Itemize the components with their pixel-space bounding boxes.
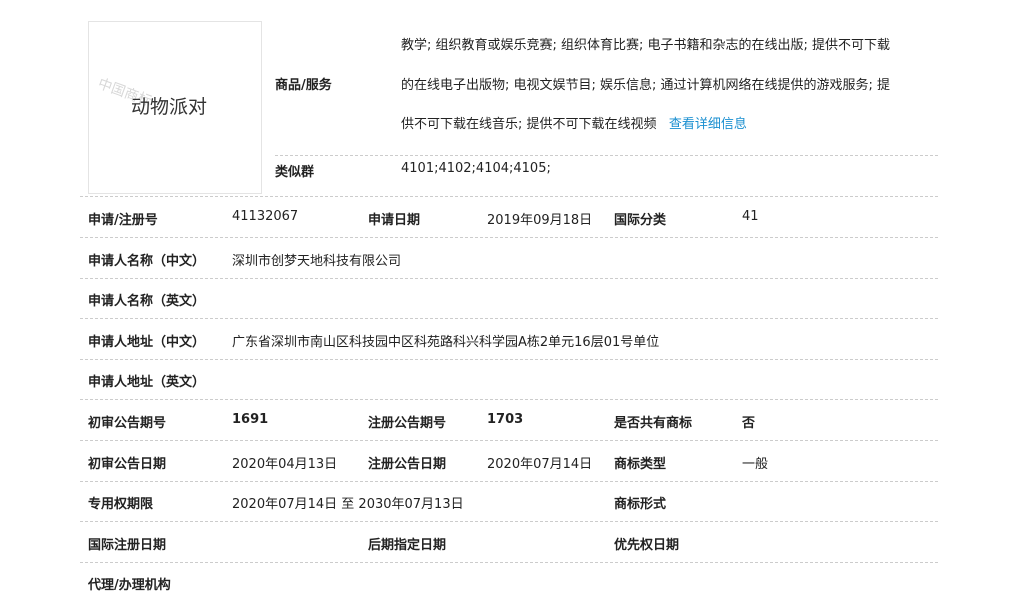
field-label: 初审公告期号 xyxy=(88,416,167,431)
field-label: 国际注册日期 xyxy=(88,537,167,553)
divider xyxy=(80,318,938,320)
field-label: 申请人名称（英文） xyxy=(88,294,206,310)
field-label: 申请人地址（中文） xyxy=(88,334,206,350)
goods-line: 教学; 组织教育或娱乐竞赛; 组织体育比赛; 电子书籍和杂志的在线出版; 提供不… xyxy=(401,38,891,53)
divider xyxy=(80,196,938,197)
field-value: 一般 xyxy=(742,456,769,472)
field-label: 是否共有商标 xyxy=(614,416,693,431)
field-label: 优先权日期 xyxy=(614,537,680,553)
field-value: 2020年07月14日 xyxy=(487,456,593,472)
divider xyxy=(80,440,938,441)
field-label: 初审公告日期 xyxy=(88,456,167,472)
field-label: 后期指定日期 xyxy=(368,537,447,553)
field-label: 申请/注册号 xyxy=(88,213,158,228)
field-value: 1703 xyxy=(487,412,524,427)
divider xyxy=(275,155,938,156)
goods-label: 商品/服务 xyxy=(275,78,332,93)
trademark-image: 中国商标 动物派对 xyxy=(88,21,262,194)
trademark-name: 动物派对 xyxy=(131,96,208,118)
view-details-link[interactable]: 查看详细信息 xyxy=(669,117,747,132)
field-value: 否 xyxy=(742,416,756,431)
field-value: 2020年04月13日 xyxy=(232,456,338,472)
goods-line: 的在线电子出版物; 电视文娱节目; 娱乐信息; 通过计算机网络在线提供的游戏服务… xyxy=(401,78,891,93)
field-value: 1691 xyxy=(232,412,269,427)
field-value: 广东省深圳市南山区科技园中区科苑路科兴科学园A栋2单元16层01号单位 xyxy=(232,334,660,350)
field-label: 注册公告期号 xyxy=(368,416,447,431)
field-label: 国际分类 xyxy=(614,213,667,228)
divider xyxy=(80,399,938,401)
field-label: 申请日期 xyxy=(368,213,421,228)
field-label: 专用权期限 xyxy=(88,497,154,513)
similar-label: 类似群 xyxy=(275,165,315,180)
field-label: 商标类型 xyxy=(614,456,667,472)
divider xyxy=(80,521,938,523)
goods-line: 供不可下载在线音乐; 提供不可下载在线视频 xyxy=(401,117,657,132)
divider xyxy=(80,277,938,279)
field-label: 商标形式 xyxy=(614,497,667,513)
field-value: 2019年09月18日 xyxy=(487,213,593,228)
field-value: 2020年07月14日 至 2030年07月13日 xyxy=(232,497,464,513)
divider xyxy=(80,358,938,360)
divider xyxy=(80,237,938,238)
divider xyxy=(80,561,938,563)
field-value: 41132067 xyxy=(232,209,299,224)
field-value: 深圳市创梦天地科技有限公司 xyxy=(232,253,402,269)
field-label: 申请人地址（英文） xyxy=(88,375,206,391)
field-label: 代理/办理机构 xyxy=(88,578,171,594)
field-label: 注册公告日期 xyxy=(368,456,447,472)
divider xyxy=(80,480,938,482)
field-value: 41 xyxy=(742,209,759,224)
similar-value: 4101;4102;4104;4105; xyxy=(401,161,551,176)
field-label: 申请人名称（中文） xyxy=(88,253,206,269)
